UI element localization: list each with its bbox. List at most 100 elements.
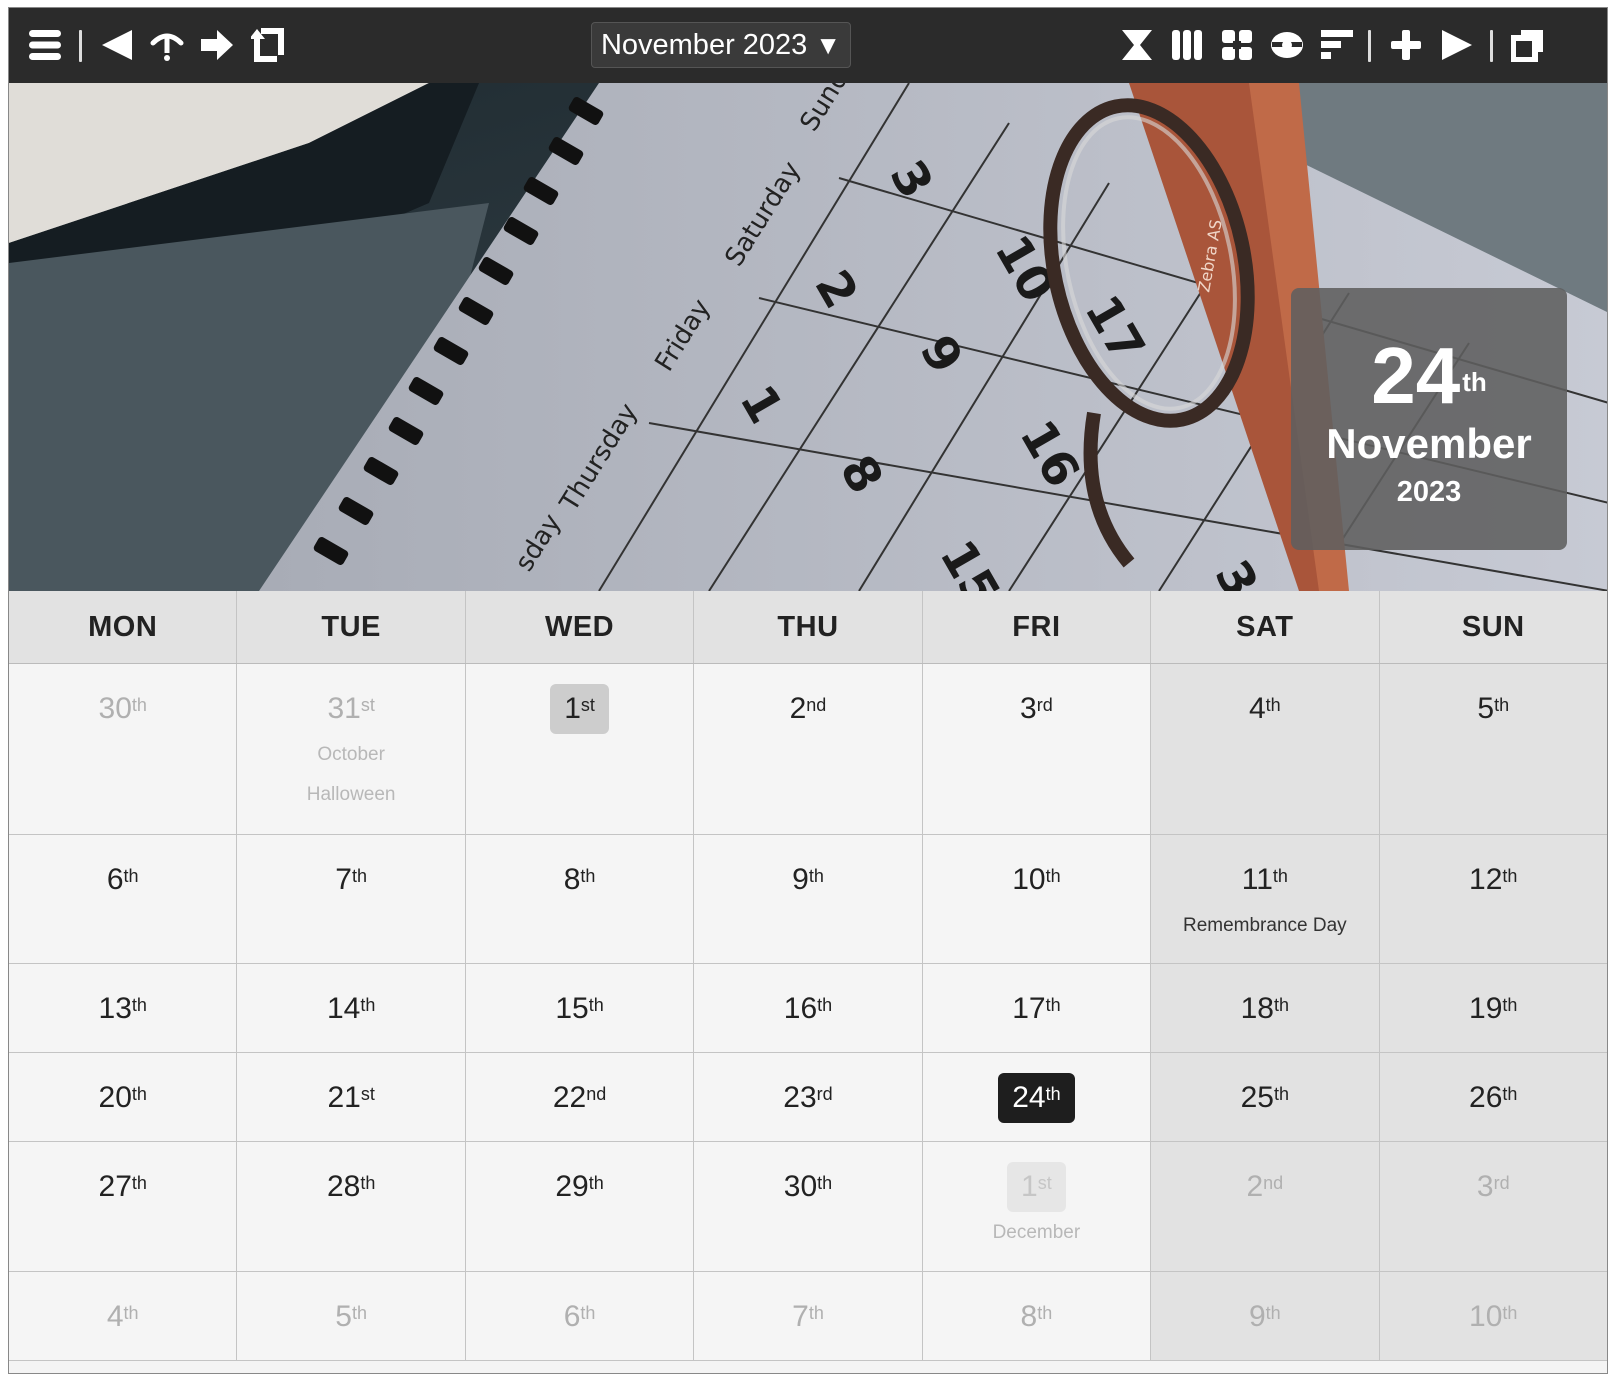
day-number: 30th xyxy=(783,1170,833,1203)
day-cell[interactable]: 30th xyxy=(694,1142,923,1271)
today-button[interactable] xyxy=(145,22,189,68)
day-number: 5th xyxy=(335,1300,367,1333)
day-cell[interactable]: 10th xyxy=(1379,1272,1607,1360)
view-button[interactable] xyxy=(1265,22,1309,68)
day-cell[interactable]: 4th xyxy=(9,1272,238,1360)
weekday-fri: FRI xyxy=(922,591,1152,663)
day-cell[interactable]: 11th Remembrance Day xyxy=(1151,835,1380,963)
day-cell[interactable]: 8th xyxy=(922,1272,1152,1360)
next-button[interactable] xyxy=(195,22,239,68)
hourglass-button[interactable] xyxy=(1115,22,1159,68)
day-number: 9th xyxy=(792,863,824,896)
fullscreen-icon xyxy=(1511,30,1543,62)
weekday-thu: THU xyxy=(694,591,923,663)
previous-button[interactable] xyxy=(95,22,139,68)
day-cell[interactable]: 5th xyxy=(237,1272,466,1360)
day-cell[interactable]: 5th xyxy=(1379,664,1607,834)
day-cell[interactable]: 30th xyxy=(9,664,238,834)
day-cell[interactable]: 13th xyxy=(9,964,238,1052)
add-icon xyxy=(1391,30,1421,60)
week-row: 30th 31st October Halloween 1st 2nd 3rd 4th 5th xyxy=(9,664,1607,835)
day-cell[interactable]: 26th xyxy=(1379,1053,1607,1141)
day-event[interactable]: December xyxy=(923,1222,1150,1244)
next-icon xyxy=(201,30,233,60)
weekday-tue: TUE xyxy=(237,591,466,663)
agenda-button[interactable] xyxy=(1315,22,1359,68)
day-number: 1st xyxy=(550,684,609,734)
week-row: 27th 28th 29th 30th 1st December 2nd 3rd xyxy=(9,1142,1607,1272)
day-cell[interactable]: 8th xyxy=(465,835,695,963)
day-number: 2nd xyxy=(1246,1170,1284,1203)
day-number: 5th xyxy=(1477,692,1510,725)
day-event[interactable]: October xyxy=(237,744,464,766)
day-number: 7th xyxy=(792,1300,824,1333)
day-cell[interactable]: 17th xyxy=(922,964,1152,1052)
day-cell[interactable]: 2nd xyxy=(1151,1142,1380,1271)
fullscreen-button[interactable] xyxy=(1506,22,1550,68)
day-cell[interactable]: 2nd xyxy=(694,664,923,834)
hourglass-icon xyxy=(1122,30,1152,60)
day-cell[interactable]: 7th xyxy=(237,835,466,963)
day-cell[interactable]: 10th xyxy=(922,835,1152,963)
day-cell[interactable]: 21st xyxy=(237,1053,466,1141)
weekday-header: MON TUE WED THU FRI SAT SUN xyxy=(9,591,1607,664)
badge-day: 24th xyxy=(1371,331,1487,420)
day-cell[interactable]: 12th xyxy=(1379,835,1607,963)
month-selector[interactable]: November 2023 ▼ xyxy=(591,22,851,68)
day-cell[interactable]: 25th xyxy=(1151,1053,1380,1141)
day-cell[interactable]: 23rd xyxy=(694,1053,923,1141)
day-number: 11th xyxy=(1241,863,1288,896)
day-cell[interactable]: 6th xyxy=(9,835,238,963)
refresh-button[interactable] xyxy=(247,22,291,68)
toolbar: November 2023 ▼ xyxy=(9,8,1607,83)
day-cell[interactable]: 18th xyxy=(1151,964,1380,1052)
day-cell[interactable]: 29th xyxy=(465,1142,695,1271)
day-cell[interactable]: 22nd xyxy=(465,1053,695,1141)
week-row: 4th 5th 6th 7th 8th 9th 10th xyxy=(9,1272,1607,1361)
day-cell[interactable]: 15th xyxy=(465,964,695,1052)
eye-icon xyxy=(1271,32,1303,58)
columns-icon xyxy=(1172,30,1202,60)
day-cell[interactable]: 24th xyxy=(922,1053,1152,1141)
weekday-wed: WED xyxy=(465,591,695,663)
badge-month: November xyxy=(1326,420,1532,467)
day-number: 18th xyxy=(1240,992,1290,1025)
day-number: 9th xyxy=(1248,1300,1281,1333)
day-cell[interactable]: 6th xyxy=(465,1272,695,1360)
day-number: 16th xyxy=(783,992,833,1025)
add-event-button[interactable] xyxy=(1384,22,1428,68)
day-number: 21st xyxy=(327,1081,375,1114)
up-today-icon xyxy=(150,33,184,61)
week-view-button[interactable] xyxy=(1165,22,1209,68)
day-cell[interactable]: 3rd xyxy=(1379,1142,1607,1271)
day-cell[interactable]: 27th xyxy=(9,1142,238,1271)
day-cell[interactable]: 7th xyxy=(694,1272,923,1360)
day-cell[interactable]: 4th xyxy=(1151,664,1380,834)
day-cell[interactable]: 31st October Halloween xyxy=(237,664,466,834)
day-event[interactable]: Halloween xyxy=(237,784,464,806)
day-cell[interactable]: 14th xyxy=(237,964,466,1052)
day-number: 13th xyxy=(98,992,147,1025)
day-number: 1st xyxy=(1007,1162,1066,1212)
day-number: 3rd xyxy=(1020,692,1053,725)
hero-image: 3 2 1 10 9 8 17 16 15 30 Thursday Friday… xyxy=(9,83,1607,591)
day-cell[interactable]: 3rd xyxy=(922,664,1152,834)
day-cell[interactable]: 28th xyxy=(237,1142,466,1271)
day-event[interactable]: Remembrance Day xyxy=(1151,915,1378,937)
month-view-button[interactable] xyxy=(1215,22,1259,68)
day-number: 8th xyxy=(563,863,596,896)
day-cell[interactable]: 19th xyxy=(1379,964,1607,1052)
day-number: 7th xyxy=(335,863,367,896)
day-cell[interactable]: 20th xyxy=(9,1053,238,1141)
day-cell[interactable]: 1st xyxy=(465,664,695,834)
play-button[interactable] xyxy=(1435,22,1479,68)
menu-button[interactable] xyxy=(23,22,67,68)
day-cell[interactable]: 1st December xyxy=(922,1142,1152,1271)
day-number: 2nd xyxy=(789,692,827,725)
day-cell[interactable]: 9th xyxy=(1151,1272,1380,1360)
day-cell[interactable]: 16th xyxy=(694,964,923,1052)
day-number: 22nd xyxy=(552,1081,607,1114)
day-number: 20th xyxy=(98,1081,147,1114)
day-number: 3rd xyxy=(1476,1170,1510,1203)
day-cell[interactable]: 9th xyxy=(694,835,923,963)
